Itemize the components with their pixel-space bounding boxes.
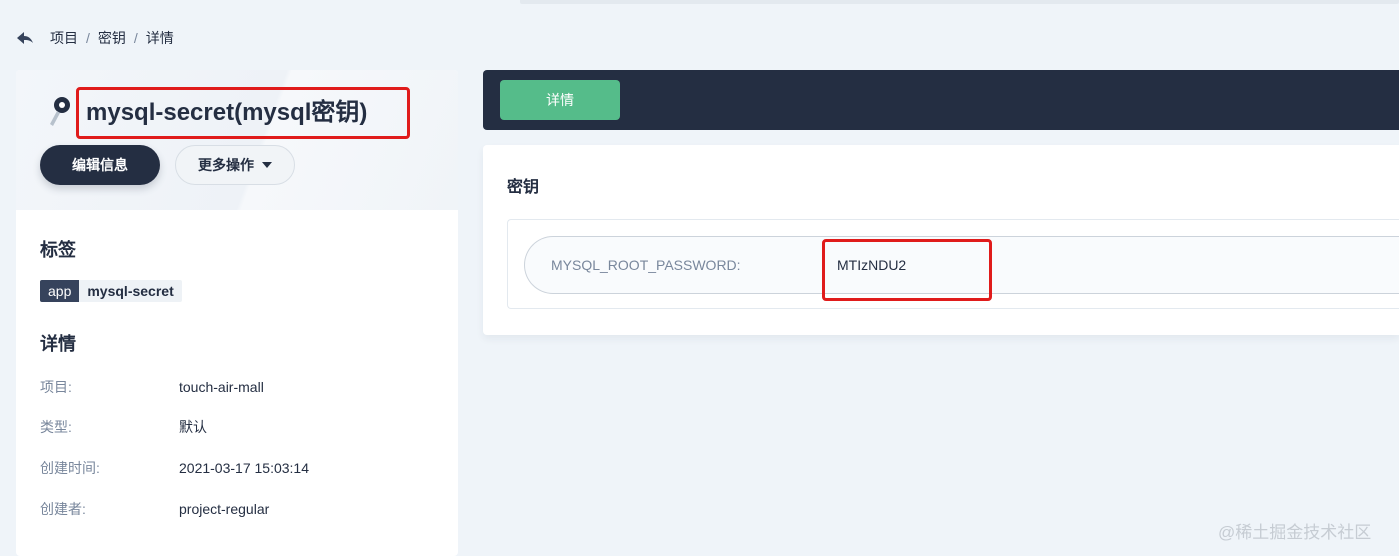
more-actions-button[interactable]: 更多操作 bbox=[175, 145, 295, 185]
detail-value: 默认 bbox=[179, 419, 207, 435]
secret-section-title: 密钥 bbox=[507, 179, 540, 196]
breadcrumb-item-project[interactable]: 项目 bbox=[50, 28, 78, 48]
tabs-bar: 详情 bbox=[483, 70, 1399, 130]
resource-info-card: mysql-secret(mysql密钥) 编辑信息 更多操作 标签 app m… bbox=[16, 70, 458, 556]
resource-header: mysql-secret(mysql密钥) 编辑信息 更多操作 bbox=[16, 70, 458, 210]
label-tag-key: app bbox=[40, 280, 80, 302]
tab-detail[interactable]: 详情 bbox=[500, 80, 620, 120]
detail-value: project-regular bbox=[179, 501, 270, 517]
labels-section-title: 标签 bbox=[40, 240, 76, 260]
breadcrumb: 项目 / 密钥 / 详情 bbox=[16, 28, 174, 48]
value-highlight-box bbox=[822, 239, 992, 301]
detail-label: 创建者: bbox=[40, 501, 86, 517]
watermark: @稀土掘金技术社区 bbox=[1218, 523, 1372, 542]
title-highlight-box bbox=[76, 87, 410, 139]
breadcrumb-separator: / bbox=[86, 30, 90, 46]
back-arrow-icon[interactable] bbox=[16, 28, 36, 48]
caret-down-icon bbox=[262, 162, 272, 168]
edit-info-button[interactable]: 编辑信息 bbox=[40, 145, 160, 185]
secret-key: MYSQL_ROOT_PASSWORD: bbox=[551, 257, 741, 273]
top-edge-bar bbox=[520, 0, 1399, 4]
label-tag: app mysql-secret bbox=[40, 280, 182, 302]
detail-value: touch-air-mall bbox=[179, 379, 264, 395]
detail-label: 项目: bbox=[40, 379, 72, 395]
key-icon bbox=[46, 96, 72, 128]
more-actions-label: 更多操作 bbox=[198, 157, 254, 173]
label-tag-value: mysql-secret bbox=[87, 283, 174, 299]
details-section-title: 详情 bbox=[40, 334, 76, 354]
detail-value: 2021-03-17 15:03:14 bbox=[179, 460, 309, 476]
detail-label: 类型: bbox=[40, 419, 72, 435]
breadcrumb-item-secret[interactable]: 密钥 bbox=[98, 28, 126, 48]
detail-label: 创建时间: bbox=[40, 460, 100, 476]
breadcrumb-separator: / bbox=[133, 30, 138, 46]
breadcrumb-item-detail: 详情 bbox=[145, 30, 174, 46]
